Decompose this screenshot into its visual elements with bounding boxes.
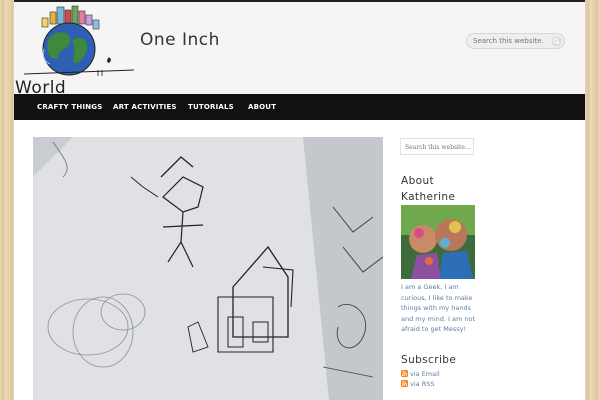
rss-icon bbox=[401, 370, 408, 377]
site-title-line1[interactable]: One Inch bbox=[140, 30, 220, 50]
sidebar-search-box[interactable] bbox=[400, 138, 474, 155]
about-bio-text: I am a Geek, I am curious, I like to mak… bbox=[401, 283, 476, 333]
header-search-box[interactable] bbox=[466, 33, 565, 49]
nav-item-crafty-things[interactable]: CRAFTY THINGS bbox=[37, 94, 103, 120]
nav-item-art-activities[interactable]: ART ACTIVITIES bbox=[113, 94, 177, 120]
subscribe-rss-label[interactable]: via RSS bbox=[410, 379, 434, 389]
about-widget-title-line1: About bbox=[401, 175, 435, 187]
about-widget-title-line2: Katherine bbox=[401, 191, 456, 203]
post-featured-image[interactable] bbox=[33, 137, 383, 400]
author-photo bbox=[401, 205, 475, 279]
primary-nav: CRAFTY THINGS ART ACTIVITIES TUTORIALS A… bbox=[14, 94, 585, 120]
subscribe-rss-link[interactable]: via RSS bbox=[401, 379, 461, 389]
sidebar-search-input[interactable] bbox=[405, 142, 471, 152]
nav-item-about[interactable]: ABOUT bbox=[248, 94, 276, 120]
page: One Inch World CRAFTY THINGS ART ACTIVIT… bbox=[14, 0, 585, 400]
globe-logo-icon[interactable] bbox=[24, 4, 136, 78]
search-icon[interactable] bbox=[551, 36, 562, 47]
subscribe-email-label[interactable]: via Email bbox=[410, 369, 440, 379]
site-header: One Inch World bbox=[14, 0, 585, 98]
header-search-input[interactable] bbox=[473, 35, 543, 47]
rss-icon bbox=[401, 380, 408, 387]
nav-item-tutorials[interactable]: TUTORIALS bbox=[188, 94, 234, 120]
subscribe-widget-title: Subscribe bbox=[401, 354, 457, 366]
subscribe-email-link[interactable]: via Email bbox=[401, 369, 461, 379]
